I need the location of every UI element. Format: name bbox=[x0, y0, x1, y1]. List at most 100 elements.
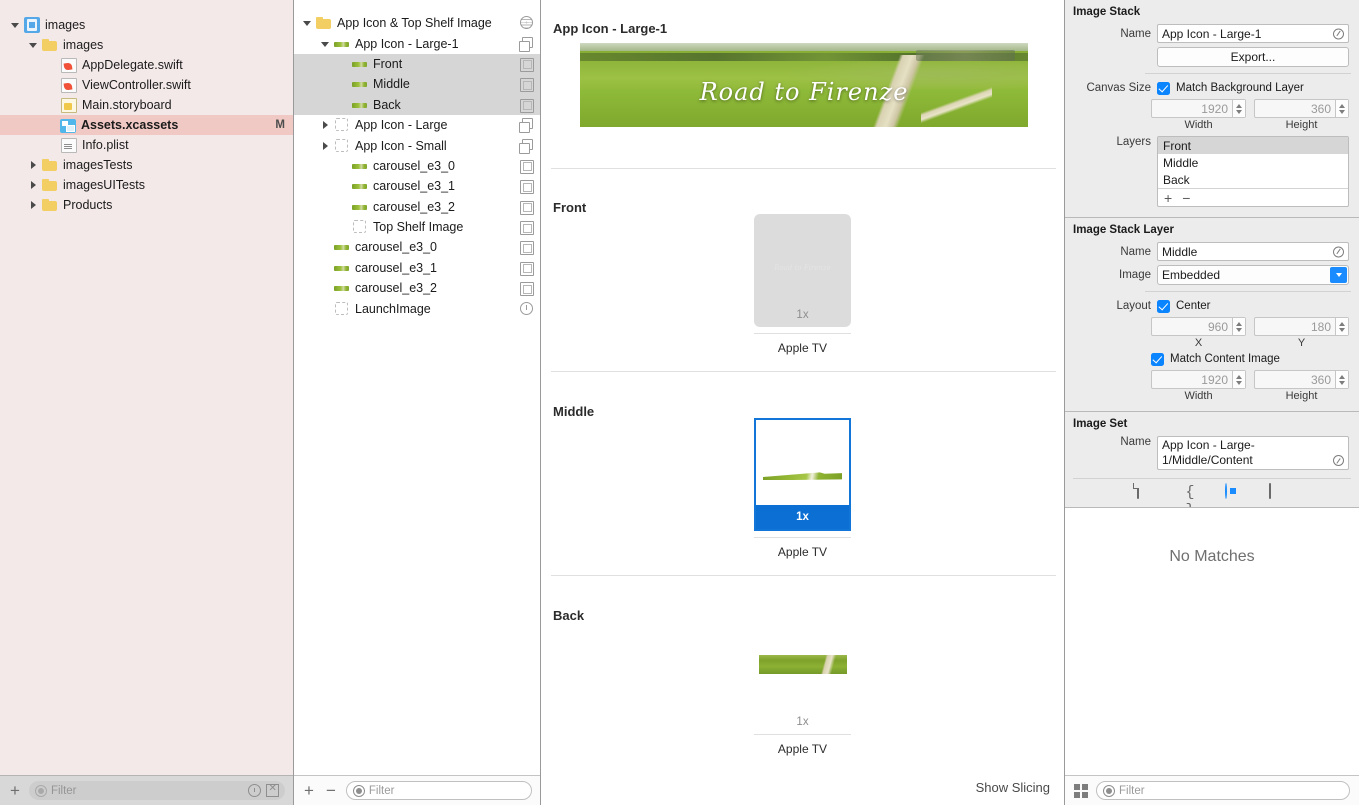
navigator-row[interactable]: Products bbox=[0, 195, 293, 215]
image-set-name-row: Name App Icon - Large-1/Middle/Content bbox=[1065, 434, 1359, 472]
match-background-layer-checkbox[interactable] bbox=[1157, 81, 1170, 95]
section-title-middle: Middle bbox=[553, 404, 595, 419]
layers-listbox[interactable]: Front Middle Back + − bbox=[1157, 136, 1349, 207]
image-set-name-input[interactable]: App Icon - Large-1/Middle/Content bbox=[1157, 436, 1349, 470]
swift-file-icon bbox=[61, 77, 77, 93]
content-height-stepper[interactable] bbox=[1335, 371, 1348, 388]
clear-icon[interactable] bbox=[1333, 28, 1344, 39]
content-width-input[interactable]: 1920 bbox=[1151, 370, 1246, 389]
asset-row[interactable]: Back bbox=[294, 94, 540, 115]
asset-row[interactable]: App Icon - Large-1 bbox=[294, 33, 540, 53]
app-icon-preview-image[interactable]: Road to Firenze bbox=[580, 43, 1028, 127]
layer-list-item[interactable]: Middle bbox=[1158, 154, 1348, 171]
navigator-row[interactable]: ViewController.swift bbox=[0, 75, 293, 95]
disclosure-open-icon[interactable] bbox=[302, 17, 314, 29]
canvas-height-input[interactable]: 360 bbox=[1254, 99, 1349, 118]
asset-row[interactable]: carousel_e3_2 bbox=[294, 197, 540, 217]
disclosure-open-icon[interactable] bbox=[10, 19, 22, 31]
slot-middle[interactable]: 1x Apple TV bbox=[754, 418, 851, 559]
asset-row[interactable]: Front bbox=[294, 53, 540, 75]
drop-well-front[interactable]: Road to Firenze 1x bbox=[754, 214, 851, 327]
show-slicing-button[interactable]: Show Slicing bbox=[976, 780, 1050, 795]
layer-image-value: Embedded bbox=[1162, 268, 1221, 282]
layer-image-popup[interactable]: Embedded bbox=[1157, 265, 1349, 285]
disclosure-open-icon[interactable] bbox=[320, 38, 332, 50]
slot-back[interactable]: 1x Apple TV bbox=[754, 655, 851, 756]
drop-well-middle[interactable]: 1x bbox=[754, 418, 851, 531]
remove-layer-button[interactable]: − bbox=[1182, 190, 1190, 206]
navigator-row[interactable]: Assets.xcassets M bbox=[0, 115, 293, 135]
center-y-stepper[interactable] bbox=[1335, 318, 1348, 335]
slot-front[interactable]: Road to Firenze 1x Apple TV bbox=[754, 214, 851, 355]
asset-row[interactable]: Top Shelf Image bbox=[294, 217, 540, 237]
canvas-width-input[interactable]: 1920 bbox=[1151, 99, 1246, 118]
asset-row[interactable]: App Icon - Large bbox=[294, 115, 540, 135]
center-y-input[interactable]: 180 bbox=[1254, 317, 1349, 336]
asset-row-label: carousel_e3_2 bbox=[373, 199, 456, 214]
layer-name-input[interactable]: Middle bbox=[1157, 242, 1349, 261]
navigator-row[interactable]: images bbox=[0, 15, 293, 35]
disclosure-closed-icon[interactable] bbox=[320, 140, 332, 152]
globe-icon bbox=[518, 15, 534, 31]
inspector-scroll: Image Stack Name App Icon - Large-1 Expo… bbox=[1065, 0, 1359, 507]
asset-row[interactable]: App Icon - Small bbox=[294, 135, 540, 155]
navigator-row[interactable]: imagesUITests bbox=[0, 175, 293, 195]
content-height-input[interactable]: 360 bbox=[1254, 370, 1349, 389]
file-inspector-icon[interactable] bbox=[1137, 483, 1155, 502]
asset-rows[interactable]: App Icon & Top Shelf Image App Icon - Lar… bbox=[294, 0, 540, 775]
asset-row[interactable]: carousel_e3_0 bbox=[294, 237, 540, 257]
asset-row[interactable]: carousel_e3_1 bbox=[294, 258, 540, 278]
library-filter-field[interactable]: Filter bbox=[1096, 781, 1350, 800]
add-asset-button[interactable]: + bbox=[302, 782, 316, 799]
asset-row[interactable]: Middle bbox=[294, 74, 540, 95]
plist-icon bbox=[61, 137, 77, 153]
layer-list-item[interactable]: Back bbox=[1158, 171, 1348, 188]
navigator-row[interactable]: images bbox=[0, 35, 293, 55]
add-layer-button[interactable]: + bbox=[1164, 190, 1172, 206]
navigator-row[interactable]: Info.plist bbox=[0, 135, 293, 155]
box-icon[interactable] bbox=[266, 783, 279, 797]
clear-icon[interactable] bbox=[1333, 246, 1344, 257]
clock-icon[interactable] bbox=[248, 784, 261, 797]
size-inspector-icon[interactable] bbox=[1269, 483, 1287, 502]
asset-row[interactable]: carousel_e3_2 bbox=[294, 278, 540, 298]
disclosure-closed-icon[interactable] bbox=[320, 119, 332, 131]
center-checkbox[interactable] bbox=[1157, 299, 1170, 313]
disclosure-closed-icon[interactable] bbox=[28, 179, 40, 191]
asset-row[interactable]: carousel_e3_1 bbox=[294, 176, 540, 196]
navigator-filter-field[interactable]: Filter bbox=[28, 781, 285, 800]
disclosure-open-icon[interactable] bbox=[28, 39, 40, 51]
disclosure-closed-icon[interactable] bbox=[28, 159, 40, 171]
center-x-input[interactable]: 960 bbox=[1151, 317, 1246, 336]
grid-icon[interactable] bbox=[1074, 783, 1088, 798]
disclosure-closed-icon[interactable] bbox=[28, 199, 40, 211]
center-x-stepper[interactable] bbox=[1232, 318, 1245, 335]
add-file-button[interactable]: + bbox=[8, 782, 22, 799]
layer-list-item[interactable]: Front bbox=[1158, 137, 1348, 154]
asset-row[interactable]: carousel_e3_0 bbox=[294, 156, 540, 176]
imageset-icon bbox=[518, 280, 534, 297]
canvas-height-value: 360 bbox=[1310, 101, 1331, 116]
inspector-tab-bar[interactable]: { } bbox=[1065, 479, 1359, 507]
remove-asset-button[interactable]: − bbox=[324, 782, 338, 799]
canvas-height-stepper[interactable] bbox=[1335, 100, 1348, 117]
layers-label: Layers bbox=[1116, 136, 1151, 148]
navigator-row[interactable]: Main.storyboard bbox=[0, 95, 293, 115]
export-button[interactable]: Export... bbox=[1157, 47, 1349, 67]
code-braces-icon[interactable]: { } bbox=[1181, 484, 1199, 507]
image-stack-name-input[interactable]: App Icon - Large-1 bbox=[1157, 24, 1349, 43]
match-content-image-checkbox[interactable] bbox=[1151, 352, 1164, 366]
attributes-inspector-icon[interactable] bbox=[1225, 483, 1243, 502]
navigator-row[interactable]: AppDelegate.swift bbox=[0, 55, 293, 75]
canvas-width-stepper[interactable] bbox=[1232, 100, 1245, 117]
canvas-title: App Icon - Large-1 bbox=[553, 21, 668, 36]
navigator-row[interactable]: imagesTests bbox=[0, 155, 293, 175]
content-width-stepper[interactable] bbox=[1232, 371, 1245, 388]
asset-row[interactable]: LaunchImage bbox=[294, 298, 540, 318]
clear-icon[interactable] bbox=[1333, 455, 1344, 466]
project-tree[interactable]: images images AppDelegate.swift ViewControl… bbox=[0, 0, 293, 775]
asset-filter-field[interactable]: Filter bbox=[345, 781, 532, 800]
content-height-cell: 360 Height bbox=[1254, 370, 1349, 402]
asset-row[interactable]: App Icon & Top Shelf Image bbox=[294, 13, 540, 33]
imageset-icon bbox=[518, 219, 534, 236]
